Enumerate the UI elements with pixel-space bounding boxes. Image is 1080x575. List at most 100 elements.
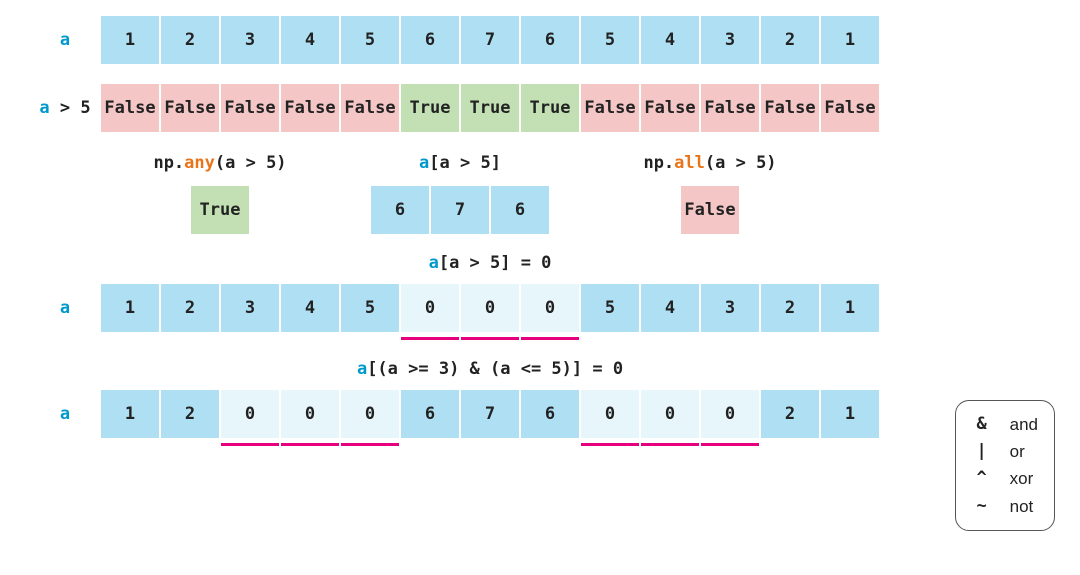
legend-word: not	[1010, 493, 1034, 520]
code-any: np.any(a > 5)	[153, 153, 286, 173]
label-a3-text: a	[60, 404, 70, 424]
legend-symbol: ~	[972, 493, 992, 520]
array-cell: 3	[220, 15, 280, 65]
underline-marker	[641, 443, 699, 447]
code-all-pre: np.	[643, 153, 674, 173]
underline-marker	[461, 337, 519, 341]
array-cell: 6	[490, 185, 550, 235]
label-a3: a	[30, 404, 100, 424]
array-cell: 7	[460, 15, 520, 65]
label-a2-text: a	[60, 298, 70, 318]
code-sel-a: a	[419, 153, 429, 173]
array-cell: False	[160, 83, 220, 133]
array-cell: 4	[640, 15, 700, 65]
array-cell: 2	[760, 283, 820, 333]
array-cell: 0	[640, 389, 700, 439]
array-cell: 7	[460, 389, 520, 439]
legend-word: or	[1010, 438, 1025, 465]
code-assign2-a: a	[357, 359, 367, 379]
label-compare-op: > 5	[50, 98, 91, 118]
array-cell: 0	[520, 283, 580, 333]
operator-legend: &and| or ^ xor ~ not	[955, 400, 1055, 531]
label-compare-a: a	[39, 98, 49, 118]
array-a3-cells: 1200067600021	[100, 389, 880, 439]
code-assign2: a[(a >= 3) & (a <= 5)] = 0	[100, 359, 880, 379]
array-cell: 1	[100, 283, 160, 333]
array-cell: 5	[340, 283, 400, 333]
code-assign1-a: a	[429, 253, 439, 273]
row-array-a3: a 1200067600021	[30, 389, 1070, 439]
array-cell: 0	[400, 283, 460, 333]
legend-word: xor	[1010, 465, 1034, 492]
array-cell: 1	[100, 389, 160, 439]
array-cell: 6	[370, 185, 430, 235]
legend-symbol: |	[972, 438, 992, 465]
array-cell: 2	[160, 15, 220, 65]
array-cell: 0	[460, 283, 520, 333]
underline-marker	[341, 443, 399, 447]
code-assign1-rest: [a > 5] = 0	[439, 253, 552, 273]
array-cell: 3	[700, 15, 760, 65]
array-cell: 7	[430, 185, 490, 235]
underline-marker	[521, 337, 579, 341]
underline-marker	[701, 443, 759, 447]
array-cell: False	[700, 83, 760, 133]
array-cell: False	[580, 83, 640, 133]
row-array-a: a 1234567654321	[30, 15, 1070, 65]
underline-marker	[581, 443, 639, 447]
cell-all-result: False	[680, 185, 740, 235]
array-cell: 6	[400, 389, 460, 439]
array-cell: 0	[220, 389, 280, 439]
code-all-fn: all	[674, 153, 705, 173]
code-all: np.all(a > 5)	[643, 153, 776, 173]
label-a-text: a	[60, 30, 70, 50]
array-selection-cells: 676	[370, 185, 550, 235]
array-cell: 3	[700, 283, 760, 333]
row-array-a2: a 1234500054321	[30, 283, 1070, 333]
legend-symbol: ^	[972, 465, 992, 492]
array-cell: False	[220, 83, 280, 133]
array-a-cells: 1234567654321	[100, 15, 880, 65]
trio-results: np.any(a > 5) True a[a > 5] 676 np.all(a…	[100, 153, 1070, 235]
array-cell: 2	[160, 389, 220, 439]
array-cell: 0	[340, 389, 400, 439]
array-cell: False	[340, 83, 400, 133]
underline-marker	[221, 443, 279, 447]
array-cell: False	[640, 83, 700, 133]
array-cell: False	[820, 83, 880, 133]
legend-row: | or	[972, 438, 1038, 465]
array-cell: 1	[820, 389, 880, 439]
array-compare-cells: FalseFalseFalseFalseFalseTrueTrueTrueFal…	[100, 83, 880, 133]
array-a2-cells: 1234500054321	[100, 283, 880, 333]
code-any-fn: any	[184, 153, 215, 173]
array-cell: 6	[400, 15, 460, 65]
array-cell: 2	[160, 283, 220, 333]
array-cell: 1	[100, 15, 160, 65]
legend-row: &and	[972, 411, 1038, 438]
underline-marker	[401, 337, 459, 341]
legend-row: ~ not	[972, 493, 1038, 520]
code-any-pre: np.	[153, 153, 184, 173]
code-assign1: a[a > 5] = 0	[100, 253, 880, 273]
code-any-post: (a > 5)	[215, 153, 287, 173]
code-sel-rest: [a > 5]	[429, 153, 501, 173]
label-a: a	[30, 30, 100, 50]
array-cell: False	[760, 83, 820, 133]
code-all-post: (a > 5)	[705, 153, 777, 173]
legend-symbol: &	[972, 411, 992, 438]
array-cell: 6	[520, 15, 580, 65]
cell-any-result: True	[190, 185, 250, 235]
array-cell: 5	[580, 15, 640, 65]
array-cell: 0	[700, 389, 760, 439]
row-compare: a > 5 FalseFalseFalseFalseFalseTrueTrueT…	[30, 83, 1070, 133]
array-cell: 6	[520, 389, 580, 439]
legend-row: ^ xor	[972, 465, 1038, 492]
array-cell: 2	[760, 15, 820, 65]
label-a2: a	[30, 298, 100, 318]
array-cell: 0	[580, 389, 640, 439]
array-cell: 0	[280, 389, 340, 439]
array-cell: False	[280, 83, 340, 133]
col-any: np.any(a > 5) True	[100, 153, 340, 235]
array-cell: True	[520, 83, 580, 133]
array-cell: True	[460, 83, 520, 133]
